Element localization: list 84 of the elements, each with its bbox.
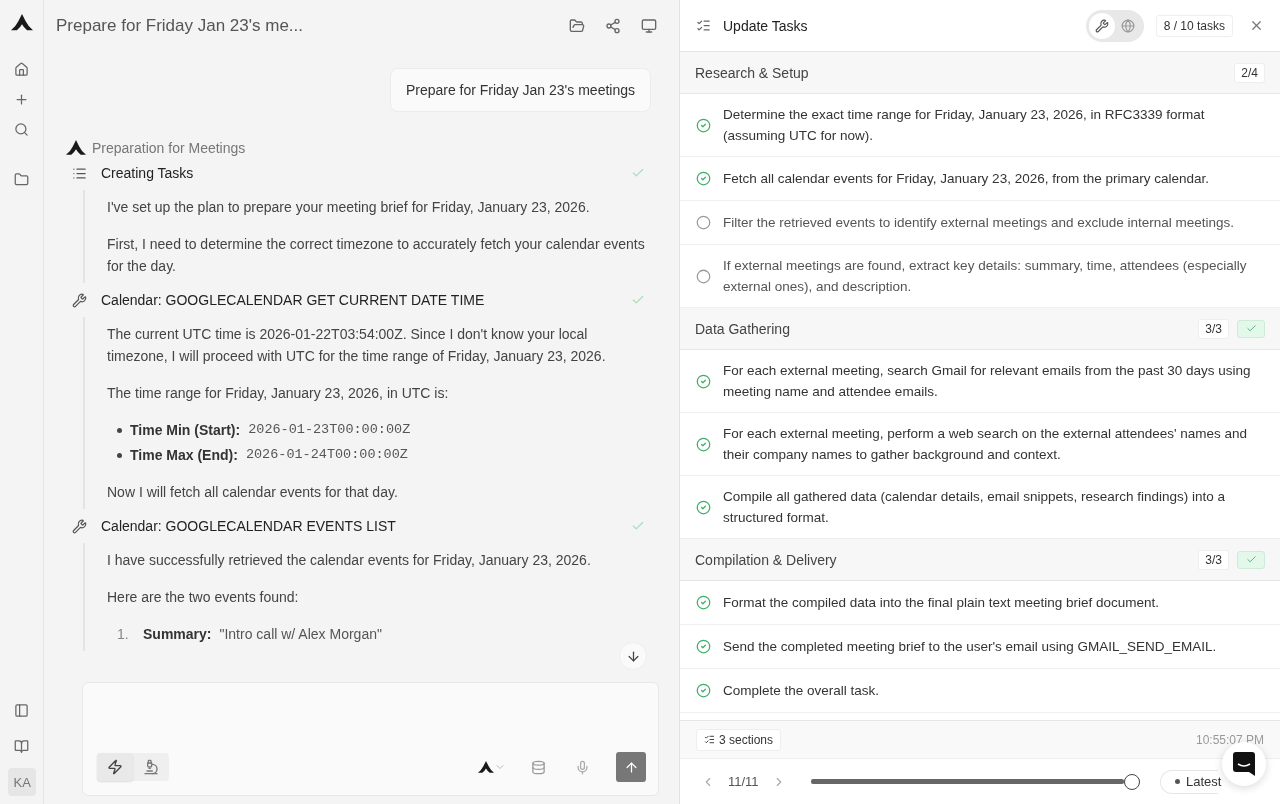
globe-icon (1120, 18, 1135, 33)
logo-icon (10, 14, 33, 32)
task-text: Compile all gathered data (calendar details, email snippets, research findings) into a structured format. (723, 488, 1227, 527)
section-header[interactable]: Compilation & Delivery 3/3 (680, 539, 1280, 581)
plus-icon (14, 92, 29, 108)
field-label: Time Min (Start): (130, 421, 241, 440)
send-button[interactable] (616, 752, 646, 782)
bullet (117, 452, 122, 458)
home-icon (14, 62, 29, 78)
close-button[interactable] (1249, 18, 1264, 33)
arrow-down-icon (625, 648, 641, 664)
wrench-icon (72, 292, 87, 308)
code-value: 2026-01-23T00:00:00Z (248, 421, 411, 439)
message-text: I have successfully retrieved the calendar events for Friday, January 23, 2026. (107, 551, 592, 570)
task-text: Filter the retrieved events to identify external meetings and exclude internal meetings. (723, 214, 1235, 232)
task-text: Send the completed meeting brief to the user's email using GMAIL_SEND_EMAIL. (723, 638, 1217, 656)
list-icon (72, 165, 87, 181)
task-list-icon (704, 734, 715, 745)
section-count: 3/3 (1198, 318, 1229, 339)
section-header[interactable]: Research & Setup 2/4 (680, 52, 1280, 94)
field-label: Summary: (143, 625, 212, 644)
folder-icon (14, 172, 29, 188)
section-title: Data Gathering (695, 320, 791, 337)
wrench-icon (72, 518, 87, 534)
code-value: 2026-01-24T00:00:00Z (245, 446, 408, 464)
sections-chip[interactable]: 3 sections (696, 728, 782, 751)
wrench-icon (1094, 18, 1109, 33)
task-text: If external meetings are found, extract key details: summary, time, attendees (especially external ones), and description. (723, 257, 1248, 296)
chat-bubble-icon (1233, 752, 1255, 776)
agent-name: Preparation for Meetings (92, 140, 246, 156)
field-value: "Intro call w/ Alex Morgan" (219, 625, 382, 644)
task-text: For each external meeting, search Gmail for relevant emails from the past 30 days using meeting name and attendee emails. (723, 362, 1252, 401)
task-text: Format the compiled data into the final plain text meeting brief document. (723, 594, 1159, 612)
sections-label: 3 sections (719, 732, 774, 747)
section-title: Research & Setup (695, 64, 810, 81)
chat-title: Prepare for Friday Jan 23's me... (56, 16, 304, 36)
step-title[interactable]: Calendar: GOOGLECALENDAR GET CURRENT DATE TIME (101, 292, 617, 308)
folder-icon (569, 18, 585, 34)
user-message: Prepare for Friday Jan 23's meetings (389, 68, 651, 112)
bolt-mode-button[interactable] (97, 753, 133, 781)
logo-icon (66, 140, 86, 156)
message-input[interactable] (82, 682, 659, 796)
step-title[interactable]: Creating Tasks (101, 165, 617, 181)
section-count: 3/3 (1198, 549, 1229, 570)
microscope-icon (143, 759, 159, 775)
bolt-icon (107, 759, 123, 775)
message-text: First, I need to determine the correct timezone to accurately fetch your calendar events for the day. (107, 235, 646, 276)
message-text: Here are the two events found: (107, 588, 300, 607)
logo-icon (478, 760, 494, 774)
database-icon (530, 759, 546, 775)
timestamp: 10:55:07 PM (1195, 732, 1264, 747)
scroll-down-button[interactable] (619, 642, 647, 670)
check-icon (1245, 554, 1257, 565)
task-text: Determine the exact time range for Friday, January 23, 2026, in RFC3339 format (assuming UTC for now). (723, 106, 1206, 145)
task-text: Complete the overall task. (723, 682, 880, 700)
close-icon (1249, 18, 1264, 33)
message-text: I've set up the plan to prepare your meeting brief for Friday, January 23, 2026. (107, 198, 591, 217)
task-text: For each external meeting, perform a web search on the external attendees' names and their company names to gather background and context. (723, 425, 1249, 464)
list-number: 1. (117, 625, 130, 644)
search-icon (14, 122, 29, 138)
task-list-icon (696, 18, 711, 33)
task-text: Fetch all calendar events for Friday, January 23, 2026, from the primary calendar. (723, 170, 1209, 188)
step-title[interactable]: Calendar: GOOGLECALENDAR EVENTS LIST (101, 518, 617, 534)
monitor-icon (641, 18, 657, 34)
slider-thumb[interactable] (1124, 773, 1140, 790)
section-title: Compilation & Delivery (695, 551, 838, 568)
microphone-icon (574, 759, 590, 775)
book-icon (14, 738, 29, 754)
page-counter: 11/11 (728, 774, 759, 789)
field-label: Time Max (End): (130, 446, 238, 465)
panel-icon (14, 702, 29, 718)
message-text: Now I will fetch all calendar events for that day. (107, 483, 399, 502)
section-header[interactable]: Data Gathering 3/3 (680, 308, 1280, 350)
wrench-tool-button[interactable] (1088, 12, 1115, 39)
chat-widget-button[interactable] (1222, 742, 1266, 786)
share-icon (605, 18, 621, 34)
message-text: The time range for Friday, January 23, 2026, in UTC is: (107, 384, 450, 403)
panel-title: Update Tasks (723, 17, 809, 34)
message-text: The current UTC time is 2026-01-22T03:54:00Z. Since I don't know your local timezone, I will proceed with UTC for the time range of Friday, January 23, 2026. (107, 325, 607, 366)
check-icon (1245, 323, 1257, 334)
bullet (117, 427, 122, 433)
task-count: 8 / 10 tasks (1155, 14, 1233, 37)
user-avatar[interactable]: KA (7, 768, 36, 796)
section-count: 2/4 (1234, 62, 1265, 83)
